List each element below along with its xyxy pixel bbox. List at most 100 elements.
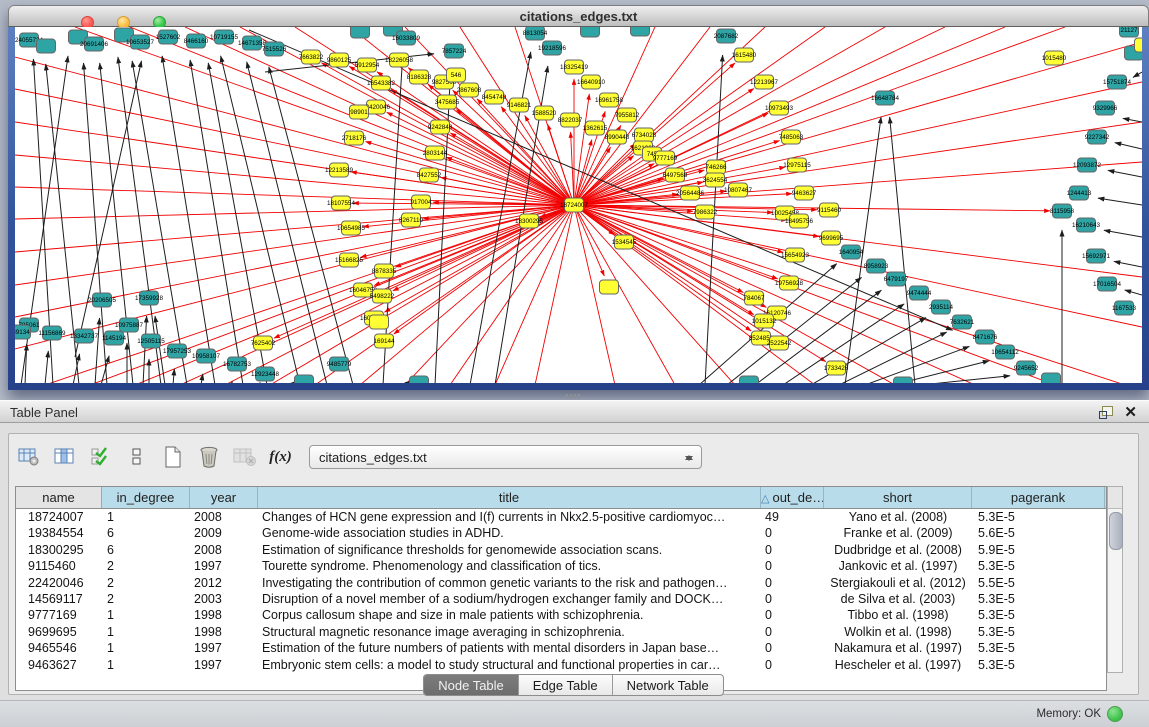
- tab-edge-table[interactable]: Edge Table: [519, 675, 613, 695]
- network-node[interactable]: [295, 375, 314, 383]
- network-node-label: 12093872: [1073, 162, 1102, 169]
- network-node-label: 12505115: [137, 338, 165, 345]
- split-pane-grip[interactable]: [566, 394, 580, 399]
- close-icon[interactable]: ✕: [1124, 403, 1137, 421]
- table-row[interactable]: 946554611997Estimation of the future num…: [16, 640, 1106, 656]
- table-row[interactable]: 1830029562008Estimation of significance …: [16, 542, 1106, 558]
- network-node-label: 6734028: [632, 132, 657, 139]
- cell-title: Estimation of the future numbers of pati…: [258, 640, 761, 656]
- tab-node-table[interactable]: Node Table: [424, 675, 519, 695]
- table-row[interactable]: 977716911998Corpus callosum shape and si…: [16, 607, 1106, 623]
- cell-pagerank: 5.6E-5: [972, 525, 1105, 541]
- network-node[interactable]: [600, 280, 619, 294]
- network-node-label: 7955812: [615, 112, 640, 119]
- cell-out_degree: 0: [761, 591, 824, 607]
- network-node-label: 18325419: [560, 64, 589, 71]
- cell-year: 2008: [190, 542, 258, 558]
- table-scrollbar[interactable]: [1107, 486, 1123, 673]
- cell-name: 14569117: [16, 591, 102, 607]
- cell-name: 18724007: [16, 509, 102, 525]
- network-node[interactable]: [370, 315, 389, 329]
- select-columns-icon[interactable]: [87, 444, 114, 470]
- column-header-title[interactable]: title: [258, 487, 761, 508]
- network-node-label: 7515526: [262, 46, 287, 53]
- table-row[interactable]: 2242004622012Investigating the contribut…: [16, 575, 1106, 591]
- cell-in_degree: 2: [102, 591, 190, 607]
- column-header-name[interactable]: name: [16, 487, 102, 508]
- network-node[interactable]: [37, 39, 56, 53]
- network-node[interactable]: [581, 27, 600, 37]
- cell-pagerank: 5.3E-5: [972, 624, 1105, 640]
- network-graph[interactable]: 2405572420691406106535271527602846616010…: [15, 27, 1142, 383]
- show-columns-icon[interactable]: [51, 444, 78, 470]
- network-node[interactable]: [894, 377, 913, 383]
- column-header-short[interactable]: short: [824, 487, 972, 508]
- cell-pagerank: 5.5E-5: [972, 575, 1105, 591]
- tab-network-table[interactable]: Network Table: [613, 675, 723, 695]
- network-node-label: 16543382: [367, 80, 396, 87]
- network-node-label: 9860125: [327, 57, 352, 64]
- function-builder-icon[interactable]: f(x): [267, 444, 294, 470]
- network-edges-red[interactable]: [274, 63, 1050, 362]
- column-header-in_degree[interactable]: in_degree: [102, 487, 190, 508]
- network-node-label: 18724007: [560, 202, 589, 209]
- network-node-label: 10973493: [765, 105, 794, 112]
- table-row[interactable]: 911546021997Tourette syndrome. Phenomeno…: [16, 558, 1106, 574]
- table-row[interactable]: 1456911722003Disruption of a novel membe…: [16, 591, 1106, 607]
- cell-in_degree: 2: [102, 575, 190, 591]
- network-node[interactable]: [1042, 373, 1061, 383]
- network-node-label: 15654923: [781, 252, 810, 259]
- create-column-icon[interactable]: [159, 444, 186, 470]
- table-settings-icon[interactable]: [15, 444, 42, 470]
- row-height-icon[interactable]: [123, 444, 150, 470]
- network-node-label: 98901: [350, 109, 368, 116]
- network-node-label: 2087682: [714, 33, 739, 40]
- memory-ok-indicator[interactable]: [1107, 706, 1123, 722]
- table-select[interactable]: citations_edges.txt: [309, 445, 702, 469]
- network-node[interactable]: [351, 27, 370, 38]
- table-row[interactable]: 969969511998Structural magnetic resonanc…: [16, 624, 1106, 640]
- network-node[interactable]: [1135, 38, 1143, 52]
- delete-column-icon[interactable]: [195, 444, 222, 470]
- network-node-label: 11156869: [38, 330, 66, 337]
- network-node-label: 21127: [1120, 27, 1138, 34]
- network-node-label: 12923448: [251, 371, 280, 378]
- column-header-year[interactable]: year: [190, 487, 258, 508]
- cell-name: 19384554: [16, 525, 102, 541]
- cell-short: Dudbridge et al. (2008): [824, 542, 972, 558]
- scrollbar-corner: [1108, 487, 1122, 509]
- cell-name: 9699695: [16, 624, 102, 640]
- network-canvas-area[interactable]: 2405572420691406106535271527602846616010…: [15, 27, 1142, 383]
- cell-out_degree: 0: [761, 542, 824, 558]
- network-node-label: 7485063: [779, 134, 804, 141]
- table-panel-header: Table Panel ✕: [0, 400, 1149, 423]
- network-node[interactable]: [410, 376, 429, 383]
- network-node[interactable]: [631, 27, 650, 36]
- float-window-icon[interactable]: [1099, 406, 1113, 418]
- network-node-label: 7663822: [299, 54, 324, 61]
- cell-year: 1997: [190, 640, 258, 656]
- table-row[interactable]: 946362711997Embryonic stem cells: a mode…: [16, 657, 1106, 673]
- network-node[interactable]: [740, 376, 759, 383]
- network-node-label: 9777169: [653, 155, 678, 162]
- network-node-label: 8822037: [558, 117, 583, 124]
- network-node-label: 8466160: [184, 38, 209, 45]
- network-node-label: 10653527: [126, 39, 155, 46]
- network-node-label: 2803144: [423, 150, 448, 157]
- network-node-label: 10654112: [991, 349, 1019, 356]
- network-node-label: 18226058: [385, 57, 414, 64]
- network-node-label: 20564486: [676, 190, 705, 197]
- column-header-out_degree[interactable]: △out_de…: [761, 487, 824, 508]
- cell-year: 1998: [190, 607, 258, 623]
- column-header-pagerank[interactable]: pagerank: [972, 487, 1105, 508]
- cell-pagerank: 5.3E-5: [972, 640, 1105, 656]
- scrollbar-thumb[interactable]: [1109, 512, 1123, 550]
- network-nodes[interactable]: 2405572420691406106535271527602846616010…: [15, 27, 1142, 383]
- window-titlebar[interactable]: citations_edges.txt: [8, 5, 1149, 27]
- network-node-label: 13342737: [70, 333, 99, 340]
- table-row[interactable]: 1872400712008Changes of HCN gene express…: [16, 509, 1106, 525]
- cell-in_degree: 1: [102, 607, 190, 623]
- cell-in_degree: 6: [102, 542, 190, 558]
- network-node-label: 15692971: [1082, 253, 1111, 260]
- table-row[interactable]: 1938455462009Genome-wide association stu…: [16, 525, 1106, 541]
